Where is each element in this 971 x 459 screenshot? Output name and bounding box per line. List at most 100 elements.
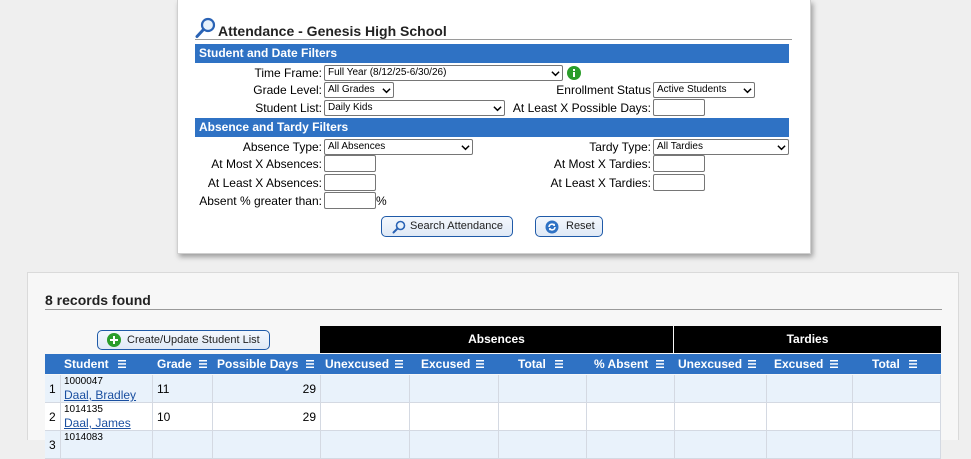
absences-unexcused-cell (321, 403, 410, 431)
col-absences-excused[interactable]: Excused (421, 354, 484, 374)
column-menu-icon[interactable] (199, 360, 207, 368)
tardies-total-cell (853, 375, 941, 403)
col-tardies-unexcused[interactable]: Unexcused (678, 354, 756, 374)
refresh-icon (545, 220, 559, 241)
student-list-value: Daily Kids (328, 102, 373, 113)
table-row: 2 1014135 Daal, James 10 29 (45, 403, 941, 431)
chevron-down-icon (461, 145, 470, 151)
attendance-filter-panel: Attendance - Genesis High School Student… (177, 0, 811, 254)
at-least-absences-input[interactable] (324, 174, 376, 191)
panel-title-bar: Attendance - Genesis High School (195, 17, 792, 40)
tardies-excused-cell (767, 375, 853, 403)
search-attendance-label: Search Attendance (410, 220, 503, 232)
column-menu-icon[interactable] (555, 360, 563, 368)
tardies-total-cell (853, 403, 941, 431)
absence-type-select[interactable]: All Absences (324, 139, 473, 155)
reset-label: Reset (566, 220, 595, 232)
tardies-excused-cell (767, 403, 853, 431)
col-grade[interactable]: Grade (157, 354, 207, 374)
student-name-link[interactable]: Daal, James (64, 416, 131, 430)
column-menu-icon[interactable] (395, 360, 403, 368)
tardy-type-select[interactable]: All Tardies (653, 139, 789, 155)
tardy-type-label: Tardy Type: (589, 140, 651, 154)
time-frame-select[interactable]: Full Year (8/12/25-6/30/26) (324, 65, 563, 81)
column-menu-icon[interactable] (476, 360, 484, 368)
plus-circle-icon (107, 333, 121, 353)
percent-suffix: % (376, 194, 387, 208)
row-number: 1 (49, 382, 56, 396)
chevron-down-icon (743, 88, 752, 94)
at-most-tardies-input[interactable] (653, 155, 705, 172)
column-menu-icon[interactable] (830, 360, 838, 368)
absent-percent-label: Absent % greater than: (199, 194, 322, 208)
absences-unexcused-cell (321, 375, 410, 403)
col-tardies-total[interactable]: Total (872, 354, 917, 374)
column-menu-icon[interactable] (118, 360, 126, 368)
possible-days-value: 29 (302, 410, 316, 424)
col-percent-absent[interactable]: % Absent (594, 354, 664, 374)
at-most-absences-label: At Most X Absences: (211, 157, 322, 171)
column-menu-icon[interactable] (656, 360, 664, 368)
grade-value: 10 (157, 410, 171, 424)
tardy-type-value: All Tardies (657, 141, 703, 152)
col-student[interactable]: Student (64, 354, 126, 374)
at-most-tardies-label: At Most X Tardies: (553, 157, 651, 171)
grade-level-label: Grade Level: (253, 83, 322, 97)
col-tardies-excused[interactable]: Excused (774, 354, 838, 374)
row-number: 2 (49, 410, 56, 424)
create-update-student-list-button[interactable]: Create/Update Student List (97, 330, 270, 350)
student-name-link[interactable]: Daal, Bradley (64, 388, 136, 402)
enrollment-status-label: Enrollment Status (556, 83, 651, 97)
student-id: 1014083 (64, 432, 103, 443)
col-absences-total[interactable]: Total (518, 354, 563, 374)
column-menu-icon[interactable] (306, 360, 314, 368)
chevron-down-icon (493, 106, 502, 112)
tardies-unexcused-cell (675, 403, 767, 431)
enrollment-status-select[interactable]: Active Students (653, 82, 755, 98)
grade-level-value: All Grades (328, 84, 375, 95)
absent-percent-input[interactable] (324, 192, 376, 209)
possible-days-input[interactable] (653, 99, 705, 116)
at-least-tardies-input[interactable] (653, 174, 705, 191)
records-divider (45, 309, 942, 310)
student-id: 1014135 (64, 404, 103, 415)
row-number: 3 (49, 438, 56, 452)
absences-total-cell (499, 375, 587, 403)
chevron-down-icon (382, 88, 391, 94)
table-row: 1 1000047 Daal, Bradley 11 29 (45, 375, 941, 403)
grade-level-select[interactable]: All Grades (324, 82, 394, 98)
search-attendance-button[interactable]: Search Attendance (381, 216, 513, 237)
enrollment-status-value: Active Students (657, 84, 727, 95)
student-list-select[interactable]: Daily Kids (324, 100, 505, 116)
percent-absent-cell (587, 375, 675, 403)
time-frame-value: Full Year (8/12/25-6/30/26) (328, 67, 447, 78)
tardies-unexcused-cell (675, 375, 767, 403)
col-absences-unexcused[interactable]: Unexcused (325, 354, 403, 374)
chevron-down-icon (777, 145, 786, 151)
time-frame-label: Time Frame: (254, 66, 322, 80)
section-absence-tardy-filters: Absence and Tardy Filters (195, 118, 789, 137)
page-title: Attendance - Genesis High School (218, 23, 447, 39)
column-menu-icon[interactable] (748, 360, 756, 368)
table-row: 3 1014083 (45, 431, 941, 459)
student-list-label: Student List: (255, 101, 322, 115)
at-least-tardies-label: At Least X Tardies: (550, 176, 652, 190)
search-icon (392, 220, 406, 241)
absences-excused-cell (410, 403, 499, 431)
grade-value: 11 (157, 382, 170, 396)
student-id: 1000047 (64, 376, 103, 387)
column-menu-icon[interactable] (909, 360, 917, 368)
magnifier-icon (195, 17, 217, 42)
possible-days-value: 29 (302, 382, 316, 396)
percent-absent-cell (587, 403, 675, 431)
at-most-absences-input[interactable] (324, 155, 376, 172)
create-update-label: Create/Update Student List (127, 334, 260, 346)
absences-total-cell (499, 403, 587, 431)
at-least-absences-label: At Least X Absences: (207, 176, 322, 190)
reset-button[interactable]: Reset (535, 216, 603, 237)
chevron-down-icon (551, 71, 560, 77)
info-icon[interactable] (567, 66, 581, 83)
col-possible-days[interactable]: Possible Days (217, 354, 314, 374)
tardies-group-header: Tardies (674, 326, 941, 353)
table-header-row: Student Grade Possible Days Unexcused Ex… (45, 354, 941, 374)
